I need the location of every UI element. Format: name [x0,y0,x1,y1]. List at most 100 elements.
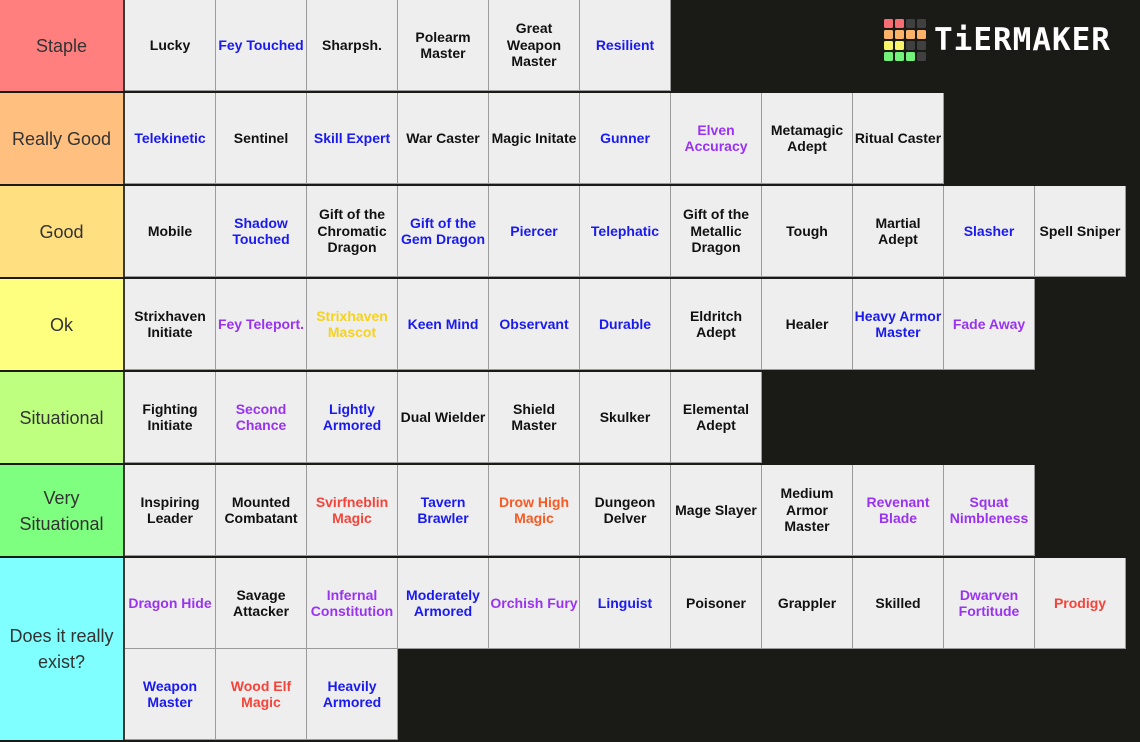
tier-item[interactable]: Gift of the Gem Dragon [398,186,489,277]
tier-label[interactable]: Really Good [0,93,125,184]
tier-item[interactable]: Polearm Master [398,0,489,91]
tier-item[interactable]: Gift of the Chromatic Dragon [307,186,398,277]
tier-item[interactable]: Medium Armor Master [762,465,853,556]
logo-grid-square [906,41,915,50]
tier-item[interactable]: Great Weapon Master [489,0,580,91]
tier-item[interactable]: Linguist [580,558,671,649]
tier-item[interactable]: Squat Nimbleness [944,465,1035,556]
tier-item[interactable]: Mobile [125,186,216,277]
tier-item[interactable]: Shield Master [489,372,580,463]
tier-item[interactable]: Skilled [853,558,944,649]
tier-item[interactable]: Dragon Hide [125,558,216,649]
tier-item[interactable]: Strixhaven Mascot [307,279,398,370]
tier-item[interactable]: Svirfneblin Magic [307,465,398,556]
tier-item[interactable]: Durable [580,279,671,370]
tier-item[interactable]: Savage Attacker [216,558,307,649]
tier-item[interactable]: Piercer [489,186,580,277]
tier-item[interactable]: Shadow Touched [216,186,307,277]
tier-item[interactable]: Second Chance [216,372,307,463]
tier-item[interactable]: Lightly Armored [307,372,398,463]
logo-grid-square [884,41,893,50]
tier-row: Very Situational Inspiring Leader Mounted … [0,465,1140,558]
tier-item[interactable]: Fighting Initiate [125,372,216,463]
tier-item[interactable]: Moderately Armored [398,558,489,649]
tier-item[interactable]: Martial Adept [853,186,944,277]
tier-item[interactable]: Orchish Fury [489,558,580,649]
tier-item[interactable]: Heavy Armor Master [853,279,944,370]
logo-grid-square [917,41,926,50]
tier-row: Ok Strixhaven Initiate Fey Teleport. Strixh… [0,279,1140,372]
tier-item[interactable]: Gift of the Metallic Dragon [671,186,762,277]
tier-item[interactable]: Tavern Brawler [398,465,489,556]
tier-item[interactable]: Grappler [762,558,853,649]
tier-item[interactable]: Weapon Master [125,649,216,740]
tier-items: Telekinetic Sentinel Skill Expert War Caste… [125,93,1140,184]
logo-grid-square [884,52,893,61]
logo-grid-square [884,30,893,39]
tier-item[interactable]: Strixhaven Initiate [125,279,216,370]
tier-item[interactable]: Infernal Constitution [307,558,398,649]
tier-item[interactable]: Dwarven Fortitude [944,558,1035,649]
tier-item[interactable]: Sharpsh. [307,0,398,91]
tier-item[interactable]: Lucky [125,0,216,91]
tier-item[interactable]: Dungeon Delver [580,465,671,556]
tier-item[interactable]: Telephatic [580,186,671,277]
logo-grid-square [906,30,915,39]
tier-item[interactable]: Poisoner [671,558,762,649]
logo-grid-square [917,52,926,61]
tiermaker-logo: TiERMAKER [884,19,1111,61]
tier-row: Does it really exist? Dragon Hide Savage A… [0,558,1140,742]
tier-item[interactable]: Keen Mind [398,279,489,370]
logo-grid-square [895,41,904,50]
tier-item[interactable]: Elemental Adept [671,372,762,463]
tier-label[interactable]: Situational [0,372,125,463]
tier-item[interactable]: Skill Expert [307,93,398,184]
tier-item[interactable]: Revenant Blade [853,465,944,556]
tier-label[interactable]: Ok [0,279,125,370]
tier-item[interactable]: Eldritch Adept [671,279,762,370]
tiermaker-wordmark: TiERMAKER [934,22,1111,58]
tier-item[interactable]: Prodigy [1035,558,1126,649]
tier-item[interactable]: Telekinetic [125,93,216,184]
tier-row: Good Mobile Shadow Touched Gift of the Chro… [0,186,1140,279]
tier-item[interactable]: Skulker [580,372,671,463]
tier-items: Mobile Shadow Touched Gift of the Chromati… [125,186,1140,277]
tiermaker-grid-icon [884,19,926,61]
tier-item[interactable]: Heavily Armored [307,649,398,740]
tier-item[interactable]: Metamagic Adept [762,93,853,184]
tier-item[interactable]: Magic Initate [489,93,580,184]
tier-label[interactable]: Very Situational [0,465,125,556]
tier-row: Really Good Telekinetic Sentinel Skill Expe… [0,93,1140,186]
tier-item[interactable]: Wood Elf Magic [216,649,307,740]
tier-item[interactable]: Tough [762,186,853,277]
tier-item[interactable]: Dual Wielder [398,372,489,463]
logo-grid-square [895,30,904,39]
tier-item[interactable]: Drow High Magic [489,465,580,556]
tier-item[interactable]: Observant [489,279,580,370]
tier-label[interactable]: Does it really exist? [0,558,125,740]
tier-item[interactable]: Spell Sniper [1035,186,1126,277]
tier-item[interactable]: Slasher [944,186,1035,277]
tier-items: Strixhaven Initiate Fey Teleport. Strixhav… [125,279,1140,370]
logo-grid-square [917,30,926,39]
tier-item[interactable]: Mounted Combatant [216,465,307,556]
tier-label[interactable]: Staple [0,0,125,91]
logo-grid-square [895,19,904,28]
tier-list-board: Staple Lucky Fey Touched Sharpsh. Polearm Ma… [0,0,1140,742]
tier-item[interactable]: Healer [762,279,853,370]
tier-item[interactable]: Ritual Caster [853,93,944,184]
tier-item[interactable]: War Caster [398,93,489,184]
tier-item[interactable]: Resilient [580,0,671,91]
tier-item[interactable]: Sentinel [216,93,307,184]
tier-item[interactable]: Elven Accuracy [671,93,762,184]
logo-grid-square [906,19,915,28]
tier-item[interactable]: Inspiring Leader [125,465,216,556]
logo-grid-square [884,19,893,28]
tier-item[interactable]: Fey Teleport. [216,279,307,370]
tier-item[interactable]: Gunner [580,93,671,184]
tier-label[interactable]: Good [0,186,125,277]
tier-item[interactable]: Fey Touched [216,0,307,91]
tier-items: Fighting Initiate Second Chance Lightly Ar… [125,372,1140,463]
tier-item[interactable]: Mage Slayer [671,465,762,556]
tier-item[interactable]: Fade Away [944,279,1035,370]
